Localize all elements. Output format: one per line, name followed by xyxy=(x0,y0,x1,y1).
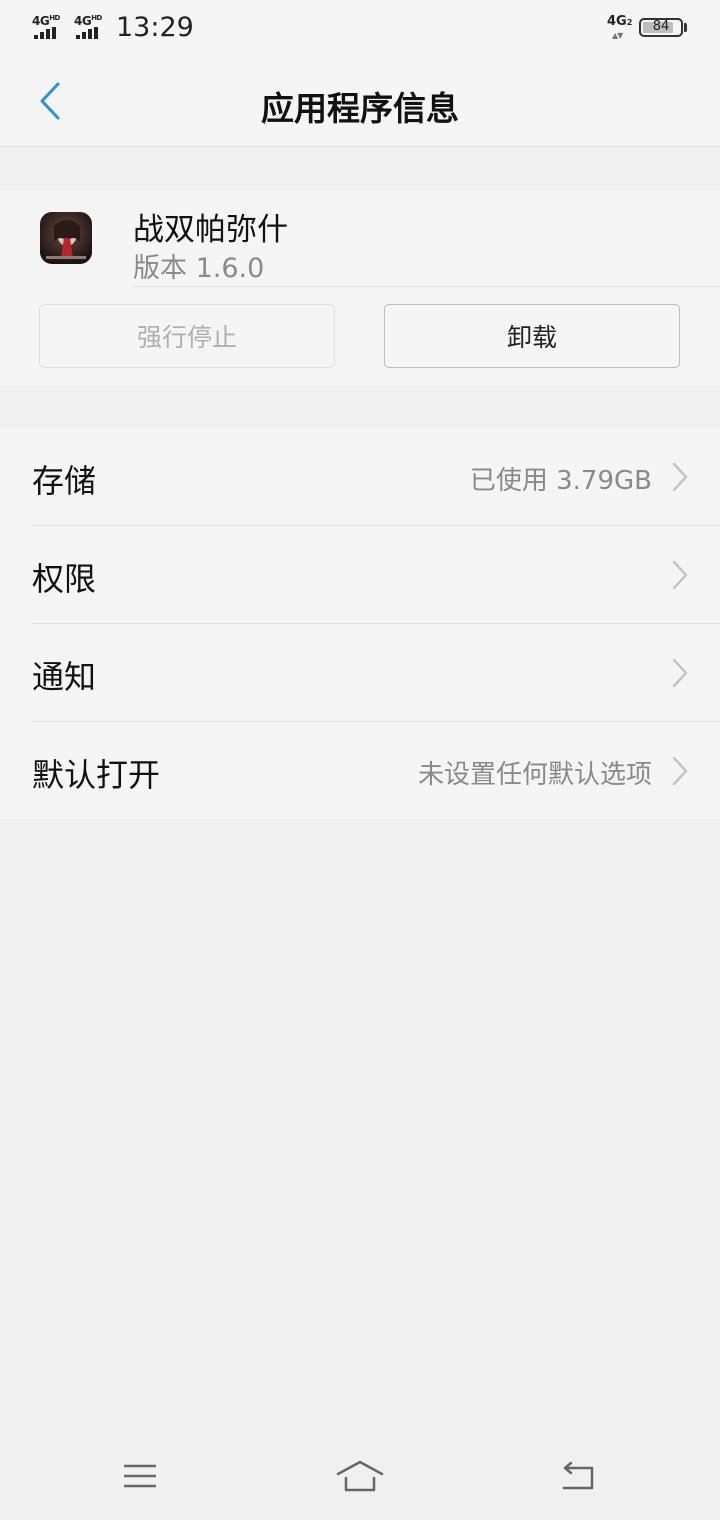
sim1-hd-label: HD xyxy=(49,14,60,22)
data-sim-label: 2 xyxy=(626,18,633,27)
page-title: 应用程序信息 xyxy=(261,89,459,128)
sim1-signal-icon: 4GHD xyxy=(32,14,66,40)
status-time: 13:29 xyxy=(116,12,194,43)
notifications-row[interactable]: 通知 xyxy=(32,624,720,722)
battery-icon: 84 xyxy=(639,18,683,37)
app-name: 战双帕弥什 xyxy=(133,212,288,248)
home-button[interactable] xyxy=(330,1454,390,1498)
data-activity-icon: ▲▼ xyxy=(612,31,623,40)
permissions-row[interactable]: 权限 xyxy=(32,526,720,624)
divider xyxy=(133,286,720,287)
menu-icon xyxy=(124,1464,156,1488)
storage-value: 已使用 3.79GB xyxy=(469,466,652,496)
sim2-network-label: 4G xyxy=(74,14,92,28)
app-info-card: 战双帕弥什 版本 1.6.0 强行停止 卸载 xyxy=(0,190,720,386)
title-bar: 应用程序信息 xyxy=(0,56,720,147)
app-icon xyxy=(40,212,92,264)
sim2-signal-icon: 4GHD xyxy=(74,14,108,40)
status-bar: 4GHD 4GHD 13:29 4G2 ▲▼ 84 xyxy=(0,0,720,56)
battery-level: 84 xyxy=(652,19,670,34)
home-icon xyxy=(336,1460,384,1492)
battery-tip xyxy=(684,23,687,32)
navigation-bar xyxy=(0,1430,720,1520)
back-nav-button[interactable] xyxy=(548,1454,608,1498)
sim1-network-label: 4G xyxy=(32,14,50,28)
menu-button[interactable] xyxy=(110,1454,170,1498)
notifications-label: 通知 xyxy=(32,658,97,696)
data-network-label: 4G xyxy=(607,14,627,29)
default-open-value: 未设置任何默认选项 xyxy=(417,760,652,790)
chevron-right-icon xyxy=(672,756,688,786)
storage-label: 存储 xyxy=(32,462,97,500)
chevron-right-icon xyxy=(672,560,688,590)
sim2-hd-label: HD xyxy=(91,14,102,22)
uninstall-button[interactable]: 卸载 xyxy=(384,304,680,368)
default-open-label: 默认打开 xyxy=(32,756,161,794)
permissions-label: 权限 xyxy=(32,560,97,598)
data-network-indicator: 4G2 xyxy=(607,14,632,29)
force-stop-button[interactable]: 强行停止 xyxy=(39,304,335,368)
chevron-right-icon xyxy=(672,658,688,688)
default-open-row[interactable]: 默认打开 未设置任何默认选项 xyxy=(32,722,720,819)
storage-row[interactable]: 存储 已使用 3.79GB xyxy=(32,428,720,526)
settings-list: 存储 已使用 3.79GB 权限 通知 默认打开 未设置任何默认选项 xyxy=(0,428,720,819)
chevron-right-icon xyxy=(672,462,688,492)
app-version: 版本 1.6.0 xyxy=(133,253,265,284)
back-arrow-icon xyxy=(562,1461,594,1490)
